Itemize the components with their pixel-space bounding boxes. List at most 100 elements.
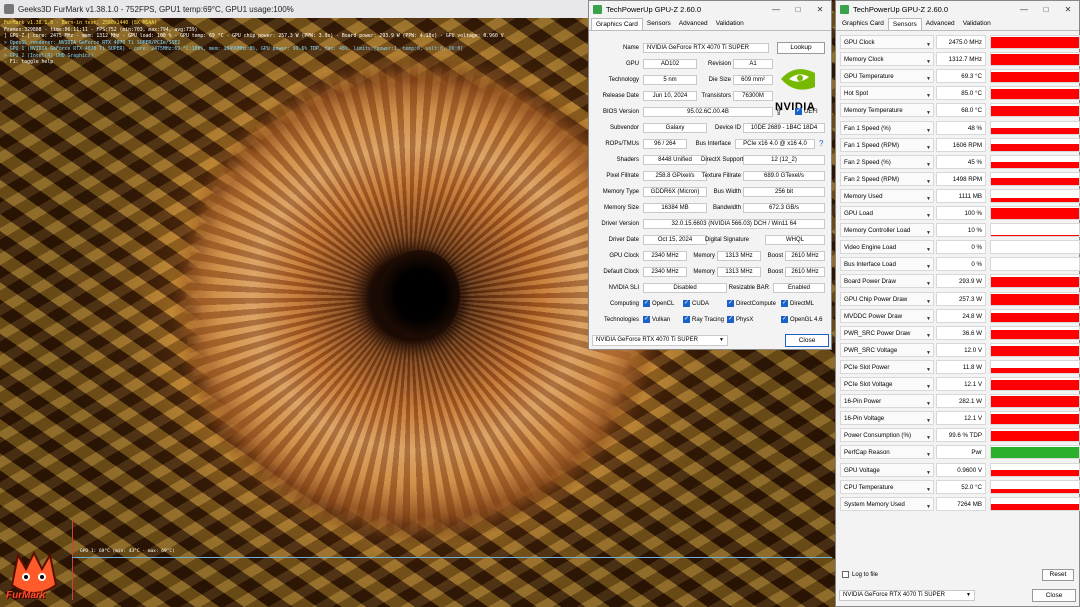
sensor-name[interactable]: Power Consumption (%) ▼ — [840, 428, 934, 443]
sensor-name[interactable]: Fan 1 Speed (RPM) ▼ — [840, 137, 934, 152]
sensor-name[interactable]: GPU Load ▼ — [840, 206, 934, 220]
chevron-down-icon[interactable]: ▼ — [926, 295, 931, 305]
sensor-name[interactable]: PWR_SRC Power Draw ▼ — [840, 325, 934, 340]
sensor-name[interactable]: 16-Pin Power ▼ — [840, 394, 934, 409]
computing-directml-checkbox: ✓ DirectML — [781, 300, 814, 307]
gpuz-card-titlebar[interactable]: TechPowerUp GPU-Z 2.60.0 — □ ✕ — [589, 1, 831, 18]
chevron-down-icon[interactable]: ▼ — [926, 141, 931, 151]
sensor-value: 85.0 °C — [936, 86, 986, 101]
maximize-icon[interactable]: □ — [787, 1, 809, 18]
sig-label: Digital Signature — [704, 237, 749, 243]
sensor-graph — [990, 394, 1080, 409]
close-icon[interactable]: ✕ — [809, 1, 831, 18]
sensor-name-label: GPU Temperature — [844, 73, 894, 81]
sensor-name[interactable]: GPU Clock ▼ — [840, 35, 934, 49]
sensor-name[interactable]: Board Power Draw ▼ — [840, 274, 934, 289]
furmark-hud: FurMark v1.38.1.0 - Burn-in test, 2560x1… — [4, 21, 504, 67]
share-icon[interactable]: ⇪ — [775, 107, 783, 118]
close-icon[interactable]: ✕ — [1057, 1, 1079, 18]
sensor-name[interactable]: Hot Spot ▼ — [840, 86, 934, 101]
sensor-name[interactable]: GPU Temperature ▼ — [840, 69, 934, 84]
hud-line: > GPU 1 (NVIDIA GeForce RTX 4070 Ti SUPE… — [4, 47, 464, 52]
sensor-name[interactable]: Fan 2 Speed (RPM) ▼ — [840, 171, 934, 186]
sensor-name[interactable]: 16-Pin Voltage ▼ — [840, 411, 934, 426]
sensor-name[interactable]: PCIe Slot Voltage ▼ — [840, 377, 934, 391]
chevron-down-icon[interactable]: ▼ — [926, 38, 931, 48]
chevron-down-icon[interactable]: ▼ — [926, 243, 931, 253]
chevron-down-icon[interactable]: ▼ — [926, 209, 931, 219]
sensor-name[interactable]: CPU Temperature ▼ — [840, 479, 934, 494]
sensor-name[interactable]: GPU Voltage ▼ — [840, 462, 934, 477]
tab-validation[interactable]: Validation — [712, 18, 748, 30]
chevron-down-icon[interactable]: ▼ — [926, 89, 931, 99]
chevron-down-icon[interactable]: ▼ — [926, 483, 931, 493]
sensor-name[interactable]: Memory Temperature ▼ — [840, 103, 934, 118]
sensor-name[interactable]: Video Engine Load ▼ — [840, 240, 934, 255]
name-value: NVIDIA GeForce RTX 4070 Ti SUPER — [643, 43, 769, 53]
furmark-title: Geeks3D FurMark v1.38.1.0 - 752FPS, GPU1… — [18, 4, 294, 14]
chevron-down-icon[interactable]: ▼ — [926, 414, 931, 424]
tab-validation[interactable]: Validation — [959, 18, 995, 30]
computing-label: DirectML — [790, 301, 815, 308]
maximize-icon[interactable]: □ — [1035, 1, 1057, 18]
gpuz-sensors-titlebar[interactable]: TechPowerUp GPU-Z 2.60.0 — □ ✕ — [836, 1, 1079, 18]
log-to-file-checkbox[interactable]: Log to file — [842, 571, 878, 578]
chevron-down-icon[interactable]: ▼ — [926, 260, 931, 270]
gpuz-card-gpu-select[interactable]: NVIDIA GeForce RTX 4070 Ti SUPER ▼ — [592, 335, 728, 346]
tab-graphics-card[interactable]: Graphics Card — [838, 18, 888, 30]
help-icon[interactable]: ? — [819, 139, 823, 148]
check-icon: ✓ — [781, 316, 788, 323]
chevron-down-icon[interactable]: ▼ — [926, 500, 931, 510]
sensor-name[interactable]: MVDDC Power Draw ▼ — [840, 308, 934, 323]
chevron-down-icon[interactable]: ▼ — [926, 346, 931, 356]
gpuz-sensors-gpu-select[interactable]: NVIDIA GeForce RTX 4070 Ti SUPER ▼ — [839, 590, 975, 601]
sensor-name-label: Bus Interface Load — [844, 261, 896, 269]
reset-button[interactable]: Reset — [1042, 569, 1074, 581]
gpuz-card-close-button[interactable]: Close — [785, 334, 829, 347]
minimize-icon[interactable]: — — [765, 1, 787, 18]
sensor-name[interactable]: PWR_SRC Voltage ▼ — [840, 342, 934, 357]
tab-advanced[interactable]: Advanced — [922, 18, 959, 30]
sensor-value: 1111 MB — [936, 188, 986, 203]
sensor-name[interactable]: Memory Clock ▼ — [840, 52, 934, 67]
sensor-name[interactable]: Memory Used ▼ — [840, 188, 934, 203]
tab-graphics-card[interactable]: Graphics Card — [591, 18, 643, 30]
sensor-name[interactable]: PerfCap Reason ▼ — [840, 445, 934, 460]
gpuz-sensors-close-button[interactable]: Close — [1032, 589, 1076, 602]
chevron-down-icon[interactable]: ▼ — [926, 277, 931, 287]
sensor-value: 68.0 °C — [936, 103, 986, 118]
chevron-down-icon[interactable]: ▼ — [926, 158, 931, 168]
sensor-name[interactable]: System Memory Used ▼ — [840, 496, 934, 511]
chevron-down-icon[interactable]: ▼ — [926, 312, 931, 322]
sensor-name[interactable]: Fan 1 Speed (%) ▼ — [840, 120, 934, 135]
chevron-down-icon[interactable]: ▼ — [926, 329, 931, 339]
chevron-down-icon[interactable]: ▼ — [926, 380, 931, 390]
sensor-name[interactable]: PCIe Slot Power ▼ — [840, 359, 934, 374]
chevron-down-icon[interactable]: ▼ — [926, 106, 931, 116]
minimize-icon[interactable]: — — [1013, 1, 1035, 18]
sensor-graph-fill — [991, 178, 1079, 185]
sensor-graph — [990, 240, 1080, 255]
chevron-down-icon[interactable]: ▼ — [926, 363, 931, 373]
sensor-name[interactable]: Fan 2 Speed (%) ▼ — [840, 154, 934, 169]
sensor-name[interactable]: Bus Interface Load ▼ — [840, 257, 934, 272]
tab-sensors[interactable]: Sensors — [887, 18, 922, 30]
chevron-down-icon[interactable]: ▼ — [926, 431, 931, 441]
chevron-down-icon[interactable]: ▼ — [926, 226, 931, 236]
furmark-titlebar[interactable]: Geeks3D FurMark v1.38.1.0 - 752FPS, GPU1… — [0, 0, 590, 18]
chevron-down-icon[interactable]: ▼ — [926, 175, 931, 185]
sensor-graph-fill — [991, 88, 1079, 100]
gpuclk-value: 2340 MHz — [643, 251, 687, 261]
chevron-down-icon[interactable]: ▼ — [926, 72, 931, 82]
chevron-down-icon[interactable]: ▼ — [926, 466, 931, 476]
chevron-down-icon[interactable]: ▼ — [926, 124, 931, 134]
chevron-down-icon[interactable]: ▼ — [926, 397, 931, 407]
sensor-name[interactable]: GPU Chip Power Draw ▼ — [840, 291, 934, 306]
chevron-down-icon[interactable]: ▼ — [926, 448, 931, 458]
lookup-button[interactable]: Lookup — [777, 42, 825, 54]
tab-sensors[interactable]: Sensors — [643, 18, 675, 30]
tab-advanced[interactable]: Advanced — [675, 18, 712, 30]
sensor-name[interactable]: Memory Controller Load ▼ — [840, 223, 934, 238]
chevron-down-icon[interactable]: ▼ — [926, 55, 931, 65]
chevron-down-icon[interactable]: ▼ — [926, 192, 931, 202]
